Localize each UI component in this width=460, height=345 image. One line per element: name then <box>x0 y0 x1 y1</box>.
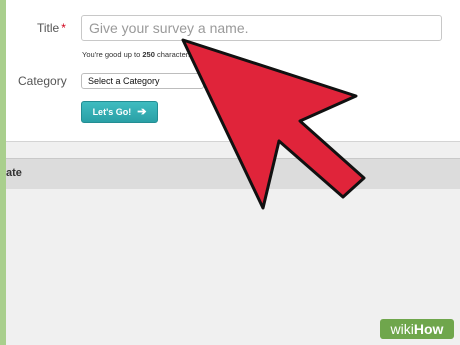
wikihow-watermark: wiki How <box>380 319 454 339</box>
helper-suffix: characters. <box>157 50 195 59</box>
title-label-text: Title <box>37 21 60 35</box>
survey-title-input[interactable] <box>81 15 442 41</box>
helper-count: 250 <box>142 50 155 59</box>
character-limit-hint: You're good up to 250 characters. <box>82 50 194 59</box>
table-header: ate <box>6 158 460 190</box>
category-selected-value: Select a Category <box>88 76 160 86</box>
column-header-date: ate <box>6 167 22 179</box>
title-label: Title * <box>37 21 66 35</box>
category-select[interactable]: Select a Category <box>81 73 204 89</box>
watermark-wiki: wiki <box>390 321 414 337</box>
helper-prefix: You're good up to <box>82 50 141 59</box>
create-survey-form: Title* You're good up to 250 characters.… <box>6 0 460 142</box>
category-label: Category <box>18 74 67 88</box>
lets-go-label: Let's Go! <box>92 107 132 117</box>
watermark-how: How <box>413 321 444 337</box>
arrow-right-icon: ➔ <box>137 105 147 118</box>
lets-go-button[interactable]: Let's Go! ➔ <box>81 101 158 123</box>
required-mark: * <box>61 21 66 35</box>
survey-page: Title* You're good up to 250 characters.… <box>6 0 460 345</box>
